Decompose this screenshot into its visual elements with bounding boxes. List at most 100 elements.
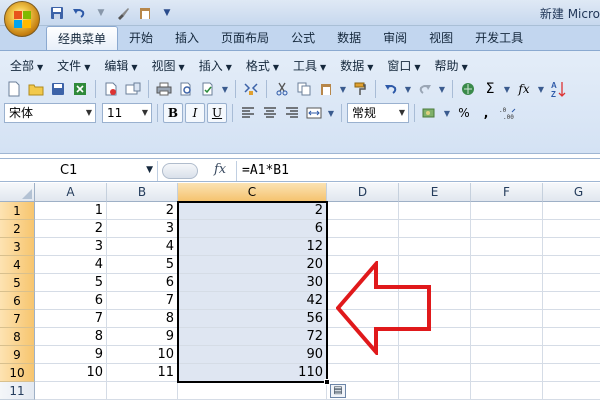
cell-c11[interactable] (178, 382, 327, 400)
sort-ascending-icon[interactable]: AZ (548, 79, 568, 99)
tab-home[interactable]: 开始 (118, 26, 164, 50)
comma-style-button[interactable]: , (476, 103, 496, 123)
menu-tools[interactable]: 工具 ▼ (287, 56, 332, 76)
row-header[interactable]: 7 (0, 310, 35, 328)
dropdown-arrow-icon[interactable]: ▼ (403, 79, 413, 99)
cell-f2[interactable] (471, 220, 543, 238)
italic-button[interactable]: I (185, 103, 205, 123)
underline-button[interactable]: U (207, 103, 227, 123)
cell-e1[interactable] (399, 202, 471, 220)
column-header-d[interactable]: D (327, 183, 399, 202)
column-header-c[interactable]: C (178, 183, 327, 202)
cell-g1[interactable] (543, 202, 600, 220)
row-header[interactable]: 9 (0, 346, 35, 364)
cell-g11[interactable] (543, 382, 600, 400)
cell-a1[interactable]: 1 (35, 202, 107, 220)
bold-button[interactable]: B (163, 103, 183, 123)
menu-view[interactable]: 视图 ▼ (146, 56, 191, 76)
cell-c10[interactable]: 110 (178, 364, 327, 382)
cell-a6[interactable]: 6 (35, 292, 107, 310)
cell-a2[interactable]: 2 (35, 220, 107, 238)
cell-g8[interactable] (543, 328, 600, 346)
cell-b6[interactable]: 7 (107, 292, 178, 310)
cell-a9[interactable]: 9 (35, 346, 107, 364)
print-preview-icon[interactable] (176, 79, 196, 99)
cell-g9[interactable] (543, 346, 600, 364)
cell-b3[interactable]: 4 (107, 238, 178, 256)
tab-view[interactable]: 视图 (418, 26, 464, 50)
column-header-g[interactable]: G (543, 183, 600, 202)
row-header[interactable]: 1 (0, 202, 35, 220)
dropdown-arrow-icon[interactable]: ▼ (338, 79, 348, 99)
cell-a11[interactable] (35, 382, 107, 400)
cell-c3[interactable]: 12 (178, 238, 327, 256)
customize-qat-icon[interactable]: ▼ (158, 4, 176, 22)
align-center-icon[interactable] (260, 103, 280, 123)
column-header-f[interactable]: F (471, 183, 543, 202)
dropdown-arrow-icon[interactable]: ▼ (437, 79, 447, 99)
row-header[interactable]: 3 (0, 238, 35, 256)
row-header[interactable]: 4 (0, 256, 35, 274)
tab-classic-menu[interactable]: 经典菜单 (46, 26, 119, 51)
office-button[interactable] (4, 1, 40, 37)
cell-f7[interactable] (471, 310, 543, 328)
tab-formulas[interactable]: 公式 (280, 26, 326, 50)
cell-b2[interactable]: 3 (107, 220, 178, 238)
brush-icon[interactable] (114, 4, 132, 22)
tab-developer[interactable]: 开发工具 (464, 26, 534, 50)
tab-insert[interactable]: 插入 (164, 26, 210, 50)
merge-center-icon[interactable] (304, 103, 324, 123)
cell-b11[interactable] (107, 382, 178, 400)
dropdown-arrow-icon[interactable]: ▼ (442, 103, 452, 123)
cell-c4[interactable]: 20 (178, 256, 327, 274)
menu-format[interactable]: 格式 ▼ (240, 56, 285, 76)
align-left-icon[interactable] (238, 103, 258, 123)
cell-e11[interactable] (399, 382, 471, 400)
dropdown-arrow-icon[interactable]: ▼ (220, 79, 230, 99)
cell-d2[interactable] (327, 220, 399, 238)
increase-decimal-icon[interactable]: .0.00 (498, 103, 518, 123)
menu-help[interactable]: 帮助 ▼ (429, 56, 474, 76)
row-header[interactable]: 10 (0, 364, 35, 382)
cell-f11[interactable] (471, 382, 543, 400)
menu-edit[interactable]: 编辑 ▼ (98, 56, 143, 76)
dropdown-arrow-icon[interactable]: ▼ (536, 79, 546, 99)
insert-function-icon[interactable]: fx (514, 79, 534, 99)
cell-a3[interactable]: 3 (35, 238, 107, 256)
cell-f8[interactable] (471, 328, 543, 346)
excel-icon[interactable] (70, 79, 90, 99)
cell-e10[interactable] (399, 364, 471, 382)
permission-icon[interactable] (101, 79, 121, 99)
cut-icon[interactable] (272, 79, 292, 99)
dropdown-arrow-icon[interactable]: ▼ (502, 79, 512, 99)
dropdown-arrow-icon[interactable]: ▼ (326, 103, 336, 123)
cell-b4[interactable]: 5 (107, 256, 178, 274)
menu-window[interactable]: 窗口 ▼ (381, 56, 426, 76)
menu-all[interactable]: 全部 ▼ (4, 56, 49, 76)
cell-g4[interactable] (543, 256, 600, 274)
paste-icon[interactable] (136, 4, 154, 22)
cell-f9[interactable] (471, 346, 543, 364)
tab-review[interactable]: 审阅 (372, 26, 418, 50)
column-header-a[interactable]: A (35, 183, 107, 202)
row-header[interactable]: 8 (0, 328, 35, 346)
cell-c5[interactable]: 30 (178, 274, 327, 292)
copy-icon[interactable] (294, 79, 314, 99)
cell-b9[interactable]: 10 (107, 346, 178, 364)
cell-a8[interactable]: 8 (35, 328, 107, 346)
menu-file[interactable]: 文件 ▼ (51, 56, 96, 76)
cell-b7[interactable]: 8 (107, 310, 178, 328)
row-header[interactable]: 2 (0, 220, 35, 238)
hyperlink-icon[interactable] (458, 79, 478, 99)
percent-style-button[interactable]: % (454, 103, 474, 123)
email-icon[interactable] (123, 79, 143, 99)
cell-c8[interactable]: 72 (178, 328, 327, 346)
cell-g10[interactable] (543, 364, 600, 382)
undo-icon[interactable] (70, 4, 88, 22)
cell-a7[interactable]: 7 (35, 310, 107, 328)
cell-a4[interactable]: 4 (35, 256, 107, 274)
cell-b1[interactable]: 2 (107, 202, 178, 220)
menu-data[interactable]: 数据 ▼ (334, 56, 379, 76)
chevron-down-icon[interactable]: ▼ (146, 165, 153, 175)
cell-e2[interactable] (399, 220, 471, 238)
